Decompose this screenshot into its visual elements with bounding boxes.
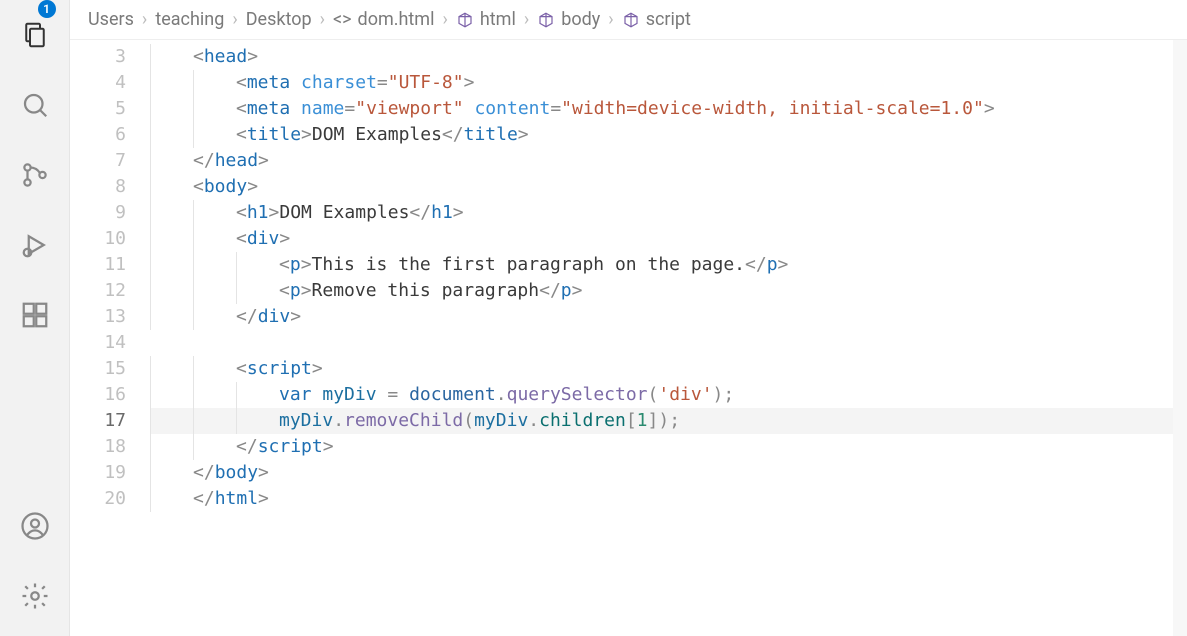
code-line[interactable]: <h1>DOM Examples</h1>	[150, 200, 1173, 226]
code-line[interactable]	[150, 330, 1173, 356]
code-file-icon: <>	[333, 9, 352, 30]
chevron-right-icon: ›	[232, 9, 237, 30]
code-line[interactable]: <script>	[150, 356, 1173, 382]
code-line[interactable]: </head>	[150, 148, 1173, 174]
line-number: 3	[70, 44, 126, 70]
extensions-icon[interactable]	[0, 280, 70, 350]
line-number: 13	[70, 304, 126, 330]
settings-gear-icon[interactable]	[0, 566, 70, 636]
code-line[interactable]: <title>DOM Examples</title>	[150, 122, 1173, 148]
code-line[interactable]: <meta name="viewport" content="width=dev…	[150, 96, 1173, 122]
accounts-icon[interactable]	[0, 496, 70, 566]
chevron-right-icon: ›	[608, 9, 613, 30]
chevron-right-icon: ›	[442, 9, 447, 30]
source-control-icon[interactable]	[0, 140, 70, 210]
code-line[interactable]: myDiv.removeChild(myDiv.children[1]);	[150, 408, 1173, 434]
line-number: 12	[70, 278, 126, 304]
activity-bar: 1	[0, 0, 70, 636]
crumb-body[interactable]: body	[537, 9, 600, 30]
code-line[interactable]: <div>	[150, 226, 1173, 252]
line-number: 17	[70, 408, 126, 434]
line-number: 6	[70, 122, 126, 148]
line-number: 19	[70, 460, 126, 486]
code-line[interactable]: </body>	[150, 460, 1173, 486]
chevron-right-icon: ›	[320, 9, 325, 30]
line-number-gutter: 34567891011121314151617181920	[70, 40, 150, 636]
code-line[interactable]: <p>This is the first paragraph on the pa…	[150, 252, 1173, 278]
explorer-icon[interactable]: 1	[0, 0, 70, 70]
line-number: 10	[70, 226, 126, 252]
line-number: 7	[70, 148, 126, 174]
code-line[interactable]: var myDiv = document.querySelector('div'…	[150, 382, 1173, 408]
line-number: 18	[70, 434, 126, 460]
crumb-users[interactable]: Users	[88, 9, 134, 30]
line-number: 16	[70, 382, 126, 408]
breadcrumb[interactable]: Users › teaching › Desktop › <> dom.html…	[70, 0, 1187, 40]
line-number: 14	[70, 330, 126, 356]
line-number: 4	[70, 70, 126, 96]
crumb-desktop[interactable]: Desktop	[246, 9, 312, 30]
crumb-script[interactable]: script	[622, 9, 691, 30]
symbol-icon	[622, 11, 640, 29]
scrollbar[interactable]	[1173, 40, 1187, 636]
code-line[interactable]: <meta charset="UTF-8">	[150, 70, 1173, 96]
line-number: 5	[70, 96, 126, 122]
symbol-icon	[456, 11, 474, 29]
code-line[interactable]: </html>	[150, 486, 1173, 512]
line-number: 8	[70, 174, 126, 200]
crumb-file[interactable]: <> dom.html	[333, 9, 434, 30]
code-line[interactable]: <p>Remove this paragraph</p>	[150, 278, 1173, 304]
editor-main: Users › teaching › Desktop › <> dom.html…	[70, 0, 1187, 636]
line-number: 20	[70, 486, 126, 512]
code-line[interactable]: </script>	[150, 434, 1173, 460]
code-line[interactable]: <head>	[150, 44, 1173, 70]
code-line[interactable]: <body>	[150, 174, 1173, 200]
code-editor[interactable]: 34567891011121314151617181920 <head><met…	[70, 40, 1187, 636]
crumb-teaching[interactable]: teaching	[155, 9, 224, 30]
line-number: 11	[70, 252, 126, 278]
crumb-html[interactable]: html	[456, 9, 516, 30]
code-area[interactable]: <head><meta charset="UTF-8"><meta name="…	[150, 40, 1173, 636]
line-number: 15	[70, 356, 126, 382]
chevron-right-icon: ›	[142, 9, 147, 30]
chevron-right-icon: ›	[524, 9, 529, 30]
explorer-badge: 1	[38, 0, 56, 18]
line-number: 9	[70, 200, 126, 226]
run-debug-icon[interactable]	[0, 210, 70, 280]
symbol-icon	[537, 11, 555, 29]
search-icon[interactable]	[0, 70, 70, 140]
code-line[interactable]: </div>	[150, 304, 1173, 330]
